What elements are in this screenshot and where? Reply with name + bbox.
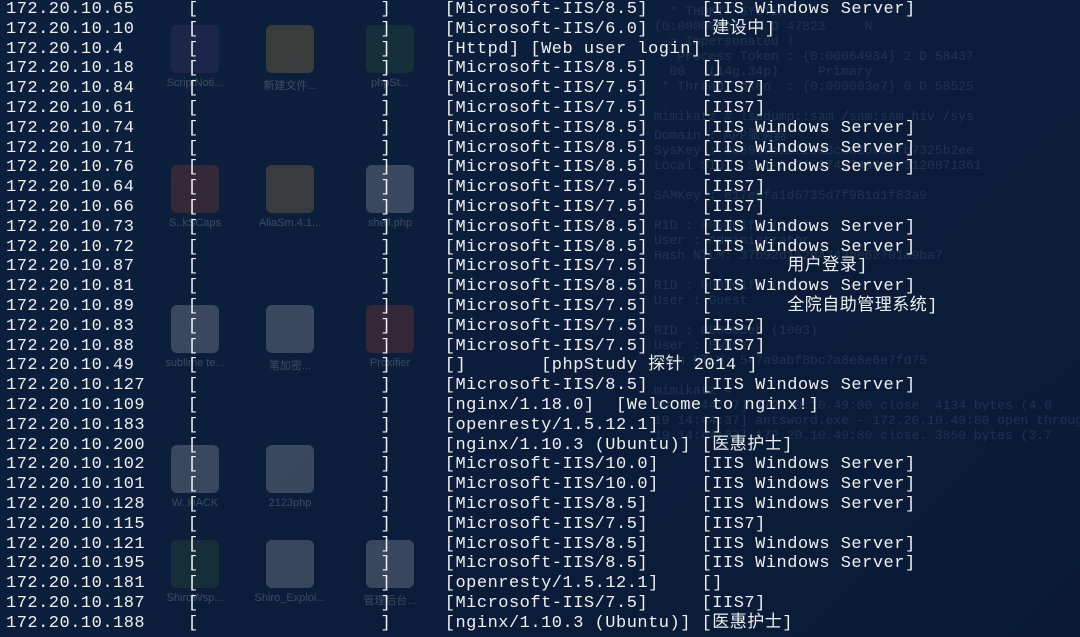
scan-row: 172.20.10.4 [ ] [Httpd] [Web user login] (6, 40, 1080, 60)
scan-row: 172.20.10.76 [ ] [Microsoft-IIS/8.5] [II… (6, 158, 1080, 178)
scan-row: 172.20.10.10 [ ] [Microsoft-IIS/6.0] [建设… (6, 20, 1080, 40)
scan-row: 172.20.10.200 [ ] [nginx/1.10.3 (Ubuntu)… (6, 436, 1080, 456)
scan-row: 172.20.10.128 [ ] [Microsoft-IIS/8.5] [I… (6, 495, 1080, 515)
scan-row: 172.20.10.89 [ ] [Microsoft-IIS/7.5] [ 全… (6, 297, 1080, 317)
scan-row: 172.20.10.115 [ ] [Microsoft-IIS/7.5] [I… (6, 515, 1080, 535)
scan-row: 172.20.10.49 [ ] [] [phpStudy 探针 2014 ] (6, 356, 1080, 376)
scan-row: 172.20.10.84 [ ] [Microsoft-IIS/7.5] [II… (6, 79, 1080, 99)
scan-row: 172.20.10.61 [ ] [Microsoft-IIS/7.5] [II… (6, 99, 1080, 119)
scan-row: 172.20.10.88 [ ] [Microsoft-IIS/7.5] [II… (6, 337, 1080, 357)
scan-row: 172.20.10.64 [ ] [Microsoft-IIS/7.5] [II… (6, 178, 1080, 198)
scan-row: 172.20.10.73 [ ] [Microsoft-IIS/8.5] [II… (6, 218, 1080, 238)
scan-row: 172.20.10.188 [ ] [nginx/1.10.3 (Ubuntu)… (6, 614, 1080, 634)
scan-row: 172.20.10.66 [ ] [Microsoft-IIS/7.5] [II… (6, 198, 1080, 218)
scan-row: 172.20.10.72 [ ] [Microsoft-IIS/8.5] [II… (6, 238, 1080, 258)
scan-row: 172.20.10.195 [ ] [Microsoft-IIS/8.5] [I… (6, 554, 1080, 574)
scan-row: 172.20.10.109 [ ] [nginx/1.18.0] [Welcom… (6, 396, 1080, 416)
scan-row: 172.20.10.183 [ ] [openresty/1.5.12.1] [… (6, 416, 1080, 436)
scan-row: 172.20.10.102 [ ] [Microsoft-IIS/10.0] [… (6, 455, 1080, 475)
scan-row: 172.20.10.83 [ ] [Microsoft-IIS/7.5] [II… (6, 317, 1080, 337)
scan-row: 172.20.10.87 [ ] [Microsoft-IIS/7.5] [ 用… (6, 257, 1080, 277)
scan-row: 172.20.10.181 [ ] [openresty/1.5.12.1] [… (6, 574, 1080, 594)
scan-row: 172.20.10.121 [ ] [Microsoft-IIS/8.5] [I… (6, 535, 1080, 555)
scan-row: 172.20.10.65 [ ] [Microsoft-IIS/8.5] [II… (6, 0, 1080, 20)
scan-row: 172.20.10.81 [ ] [Microsoft-IIS/8.5] [II… (6, 277, 1080, 297)
scan-row: 172.20.10.127 [ ] [Microsoft-IIS/8.5] [I… (6, 376, 1080, 396)
scan-row: 172.20.10.74 [ ] [Microsoft-IIS/8.5] [II… (6, 119, 1080, 139)
scan-row: 172.20.10.187 [ ] [Microsoft-IIS/7.5] [I… (6, 594, 1080, 614)
scan-row: 172.20.10.101 [ ] [Microsoft-IIS/10.0] [… (6, 475, 1080, 495)
scan-row: 172.20.10.71 [ ] [Microsoft-IIS/8.5] [II… (6, 139, 1080, 159)
scan-output-terminal[interactable]: 172.20.10.65 [ ] [Microsoft-IIS/8.5] [II… (0, 0, 1080, 637)
scan-row: 172.20.10.18 [ ] [Microsoft-IIS/8.5] [] (6, 59, 1080, 79)
